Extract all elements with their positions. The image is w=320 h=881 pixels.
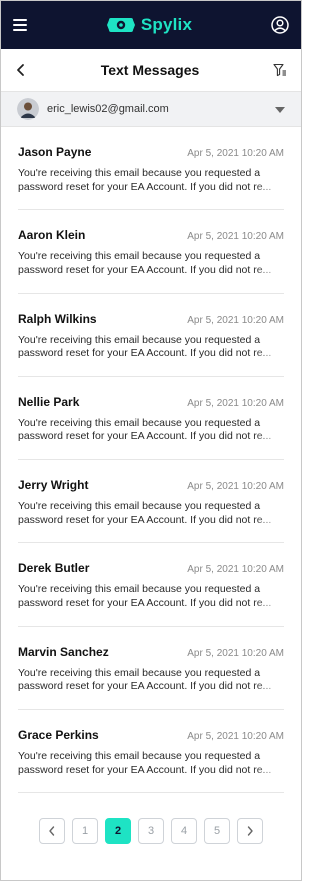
message-preview-line-2: password reset for your EA Account. If y… <box>18 680 272 693</box>
pagination-next-button[interactable] <box>237 818 263 844</box>
message-preview-line-2: password reset for your EA Account. If y… <box>18 596 272 609</box>
message-sender: Marvin Sanchez <box>18 644 109 659</box>
message-preview-line-2: password reset for your EA Account. If y… <box>18 763 272 776</box>
message-preview-line-2: password reset for your EA Account. If y… <box>18 513 272 526</box>
app-frame: Spylix Text Messages eric_lewis02@gmail.… <box>0 0 302 881</box>
brand-logo[interactable]: Spylix <box>106 15 192 35</box>
brand-name: Spylix <box>140 15 193 34</box>
message-preview-line-1: You're receiving this email because you … <box>18 500 261 513</box>
caret-down-icon[interactable] <box>275 107 285 113</box>
chevron-left-icon[interactable] <box>15 63 27 77</box>
message-item[interactable]: Ralph Wilkins Apr 5, 2021 10:20 AM You'r… <box>18 294 284 377</box>
pagination-page-1[interactable]: 1 <box>72 818 98 844</box>
message-preview-line-1: You're receiving this email because you … <box>18 416 261 429</box>
message-sender: Ralph Wilkins <box>18 311 97 326</box>
message-time: Apr 5, 2021 10:20 AM <box>187 731 284 743</box>
message-item[interactable]: Aaron Klein Apr 5, 2021 10:20 AM You're … <box>18 210 284 294</box>
message-item[interactable]: Grace Perkins Apr 5, 2021 10:20 AM You'r… <box>18 710 284 794</box>
message-time: Apr 5, 2021 10:20 AM <box>187 314 284 326</box>
message-preview: You're receiving this email because you … <box>18 667 284 694</box>
message-time: Apr 5, 2021 10:20 AM <box>187 647 284 659</box>
message-preview: You're receiving this email because you … <box>18 500 284 527</box>
pagination-page-3[interactable]: 3 <box>138 818 164 844</box>
message-preview-line-1: You're receiving this email because you … <box>18 583 261 596</box>
message-sender: Aaron Klein <box>18 228 86 243</box>
message-preview-line-2: password reset for your EA Account. If y… <box>18 180 272 193</box>
message-sender: Nellie Park <box>18 394 80 409</box>
message-preview-line-1: You're receiving this email because you … <box>18 333 261 346</box>
message-item[interactable]: Marvin Sanchez Apr 5, 2021 10:20 AM You'… <box>18 627 284 711</box>
account-email: eric_lewis02@gmail.com <box>47 103 169 115</box>
message-preview-line-1: You're receiving this email because you … <box>18 167 261 179</box>
spylix-logo-icon <box>106 18 135 32</box>
message-preview-line-2: password reset for your EA Account. If y… <box>18 263 272 276</box>
page-title: Text Messages <box>100 62 200 78</box>
message-sender: Jerry Wright <box>18 478 89 493</box>
account-selector[interactable]: eric_lewis02@gmail.com <box>1 91 301 127</box>
message-preview: You're receiving this email because you … <box>18 417 284 444</box>
page-header: Text Messages <box>1 49 301 91</box>
pagination-prev-button[interactable] <box>39 818 65 844</box>
user-circle-icon[interactable] <box>271 16 289 34</box>
message-time: Apr 5, 2021 10:20 AM <box>187 481 284 493</box>
message-item[interactable]: Jason Payne Apr 5, 2021 10:20 AM You're … <box>18 127 284 211</box>
message-preview: You're receiving this email because you … <box>18 250 284 277</box>
message-item[interactable]: Derek Butler Apr 5, 2021 10:20 AM You're… <box>18 543 284 627</box>
message-sender: Grace Perkins <box>18 728 99 743</box>
filter-icon[interactable] <box>273 63 287 77</box>
message-preview-line-2: password reset for your EA Account. If y… <box>18 430 272 443</box>
message-preview: You're receiving this email because you … <box>18 750 284 777</box>
message-item[interactable]: Jerry Wright Apr 5, 2021 10:20 AM You're… <box>18 460 284 544</box>
pagination: 1 2 3 4 5 <box>1 818 301 844</box>
message-time: Apr 5, 2021 10:20 AM <box>187 148 284 159</box>
message-preview-line-1: You're receiving this email because you … <box>18 750 261 763</box>
chevron-left-icon <box>49 826 55 836</box>
chevron-right-icon <box>247 826 253 836</box>
pagination-page-4[interactable]: 4 <box>171 818 197 844</box>
message-preview: You're receiving this email because you … <box>18 167 284 194</box>
message-time: Apr 5, 2021 10:20 AM <box>187 397 284 409</box>
message-sender: Jason Payne <box>18 145 92 159</box>
hamburger-menu-icon[interactable] <box>13 19 27 31</box>
pagination-page-5[interactable]: 5 <box>204 818 230 844</box>
avatar <box>17 98 39 120</box>
message-time: Apr 5, 2021 10:20 AM <box>187 564 284 576</box>
message-preview-line-1: You're receiving this email because you … <box>18 250 261 263</box>
pagination-page-2-current[interactable]: 2 <box>105 818 131 844</box>
message-time: Apr 5, 2021 10:20 AM <box>187 231 284 243</box>
message-item[interactable]: Nellie Park Apr 5, 2021 10:20 AM You're … <box>18 377 284 461</box>
message-preview-line-2: password reset for your EA Account. If y… <box>18 347 272 360</box>
top-bar: Spylix <box>1 1 301 49</box>
message-preview: You're receiving this email because you … <box>18 583 284 610</box>
message-list: Jason Payne Apr 5, 2021 10:20 AM You're … <box>1 127 301 794</box>
message-preview-line-1: You're receiving this email because you … <box>18 666 261 679</box>
message-preview: You're receiving this email because you … <box>18 334 284 361</box>
message-sender: Derek Butler <box>18 561 90 576</box>
